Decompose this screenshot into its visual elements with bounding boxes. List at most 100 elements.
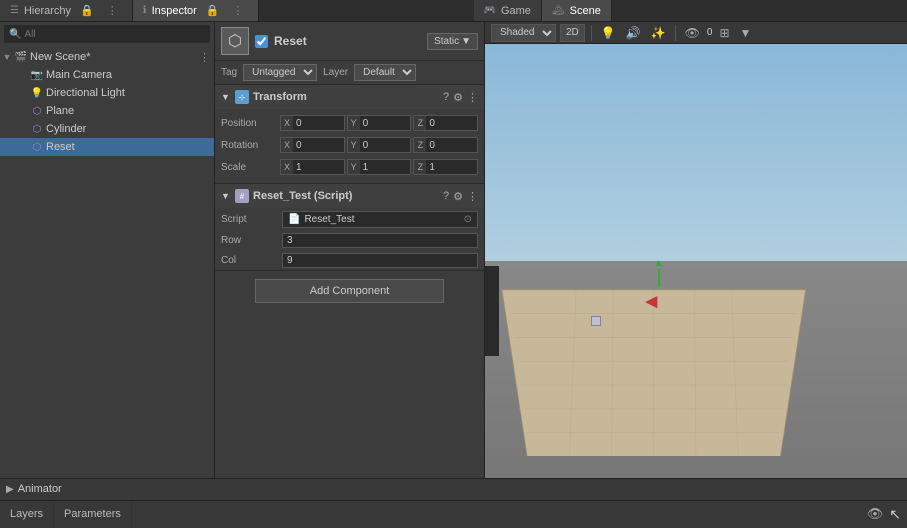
position-y-field[interactable]: Y 0 [347, 115, 412, 131]
scale-x-field[interactable]: X 1 [280, 159, 345, 175]
row-label: Row [221, 235, 276, 246]
rotation-row: Rotation X 0 Y 0 Z 0 [221, 135, 478, 155]
fx-toggle-icon[interactable]: ✨ [648, 25, 669, 41]
script-file-link-icon[interactable]: ⊙ [464, 214, 472, 225]
scale-z-label: Z [414, 160, 426, 174]
move-gizmo-green-arrow[interactable]: ▲ [654, 258, 664, 287]
scene-object-box [485, 266, 499, 356]
scene-icon: 🎬 [14, 52, 28, 63]
search-input[interactable] [24, 29, 205, 40]
hierarchy-scene-root[interactable]: ▼ 🎬 New Scene* ⋮ [0, 48, 214, 66]
eye-icon[interactable]: 👁 [867, 506, 884, 522]
audio-toggle-icon[interactable]: 🔊 [623, 25, 644, 41]
position-z-field[interactable]: Z 0 [413, 115, 478, 131]
grid-toggle-icon[interactable]: ⊞ [716, 25, 732, 41]
script-field-label: Script [221, 214, 276, 225]
hierarchy-item-main-camera[interactable]: 📷 Main Camera [0, 66, 214, 84]
object-enable-checkbox[interactable] [255, 35, 268, 48]
scale-z-field[interactable]: Z 1 [413, 159, 478, 175]
position-row: Position X 0 Y 0 Z 0 [221, 113, 478, 133]
transform-component-icon: ⊹ [235, 90, 249, 104]
layer-select[interactable]: Default [354, 64, 416, 81]
hierarchy-item-cylinder[interactable]: ⬡ Cylinder [0, 120, 214, 138]
hierarchy-list: ▼ 🎬 New Scene* ⋮ 📷 Main Camera 💡 Directi… [0, 46, 214, 478]
object-icon-box: ⬡ [221, 27, 249, 55]
plane-icon: ⬡ [30, 106, 44, 117]
more-settings-icon[interactable]: ▼ [737, 25, 755, 41]
rotation-y-field[interactable]: Y 0 [347, 137, 412, 153]
shading-mode-select[interactable]: Shaded [491, 24, 556, 42]
hierarchy-lock-icon[interactable]: 🔒 [76, 4, 98, 17]
animator-tab-layers[interactable]: Layers [0, 501, 54, 528]
inspector-more-icon[interactable]: ⋮ [229, 4, 248, 17]
transform-more-icon[interactable]: ⋮ [467, 91, 478, 104]
scene-canvas[interactable]: ▶ ▲ [485, 44, 907, 478]
script-more-icon[interactable]: ⋮ [467, 190, 478, 203]
position-z-value: 0 [426, 118, 477, 129]
tab-scene-label: Scene [570, 5, 601, 17]
position-x-field[interactable]: X 0 [280, 115, 345, 131]
hierarchy-search-bar[interactable]: 🔍 [4, 25, 210, 43]
tag-select[interactable]: Untagged [243, 64, 317, 81]
scale-y-field[interactable]: Y 1 [347, 159, 412, 175]
scale-y-value: 1 [360, 162, 411, 173]
animator-header: ▶ Animator [0, 479, 907, 501]
tab-game-label: Game [501, 5, 531, 17]
tab-inspector[interactable]: ℹ Inspector 🔒 ⋮ [133, 0, 259, 21]
script-actions: ? ⚙ ⋮ [443, 190, 478, 203]
gizmo-toggle-icon[interactable]: 👁 [682, 25, 703, 41]
rotation-x-label: X [281, 138, 293, 152]
scene-selected-indicator [591, 316, 601, 326]
script-component-header[interactable]: ▼ # Reset_Test (Script) ? ⚙ ⋮ [215, 184, 484, 208]
reset-label: Reset [46, 141, 75, 153]
script-settings-icon[interactable]: ⚙ [453, 190, 463, 203]
hierarchy-item-directional-light[interactable]: 💡 Directional Light [0, 84, 214, 102]
animator-tab-parameters[interactable]: Parameters [54, 501, 132, 528]
move-gizmo-red-arrow[interactable]: ▶ [645, 293, 657, 313]
camera-icon: 📷 [30, 70, 44, 81]
rotation-z-label: Z [414, 138, 426, 152]
transform-component-header[interactable]: ▼ ⊹ Transform ? ⚙ ⋮ [215, 85, 484, 109]
rotation-z-field[interactable]: Z 0 [413, 137, 478, 153]
inspector-lock-icon[interactable]: 🔒 [202, 4, 224, 17]
static-arrow-icon: ▼ [461, 36, 471, 47]
script-help-icon[interactable]: ? [443, 190, 449, 202]
inspector-obj-header: ⬡ Reset Static ▼ [215, 22, 484, 61]
transform-settings-icon[interactable]: ⚙ [453, 91, 463, 104]
hierarchy-tab-icon: ☰ [10, 5, 19, 16]
tab-inspector-label: Inspector [152, 5, 197, 17]
rotation-x-field[interactable]: X 0 [280, 137, 345, 153]
rotation-xyz-group: X 0 Y 0 Z 0 [280, 137, 478, 153]
scene-more-icon[interactable]: ⋮ [199, 51, 214, 64]
tab-game[interactable]: 🎮 Game [474, 0, 542, 21]
gizmo-count: 0 [707, 27, 713, 38]
layer-label: Layer [323, 67, 348, 78]
col-value[interactable]: 9 [282, 253, 478, 268]
hierarchy-item-plane[interactable]: ⬡ Plane [0, 102, 214, 120]
tag-layer-row: Tag Untagged Layer Default [215, 61, 484, 85]
position-x-label: X [281, 116, 293, 130]
animator-panel: ▶ Animator Layers Parameters 👁 ↖ [0, 478, 907, 528]
hierarchy-item-reset[interactable]: ⬡ Reset [0, 138, 214, 156]
script-file-field[interactable]: 📄 Reset_Test ⊙ [282, 211, 478, 228]
script-file-icon: 📄 [288, 214, 300, 225]
hierarchy-more-icon[interactable]: ⋮ [103, 4, 122, 17]
add-component-button[interactable]: Add Component [255, 279, 444, 303]
row-value[interactable]: 3 [282, 233, 478, 248]
object-type-icon: ⬡ [228, 31, 242, 51]
tab-scene[interactable]: 🏔 Scene [542, 0, 612, 21]
static-badge[interactable]: Static ▼ [427, 33, 478, 50]
tab-hierarchy[interactable]: ☰ Hierarchy 🔒 ⋮ [0, 0, 133, 21]
dimension-button[interactable]: 2D [560, 24, 585, 42]
scale-y-label: Y [348, 160, 360, 174]
inspector-tab-icon: ℹ [143, 5, 147, 16]
rotation-z-value: 0 [426, 140, 477, 151]
parameters-tab-label: Parameters [64, 508, 121, 520]
light-toggle-icon[interactable]: 💡 [598, 25, 619, 41]
game-tab-icon: 🎮 [484, 5, 496, 16]
script-expand-icon: ▼ [221, 191, 231, 201]
transform-help-icon[interactable]: ? [443, 91, 449, 103]
cursor-icon: ↖ [889, 506, 901, 523]
plane-label: Plane [46, 105, 74, 117]
layers-tab-label: Layers [10, 508, 43, 520]
